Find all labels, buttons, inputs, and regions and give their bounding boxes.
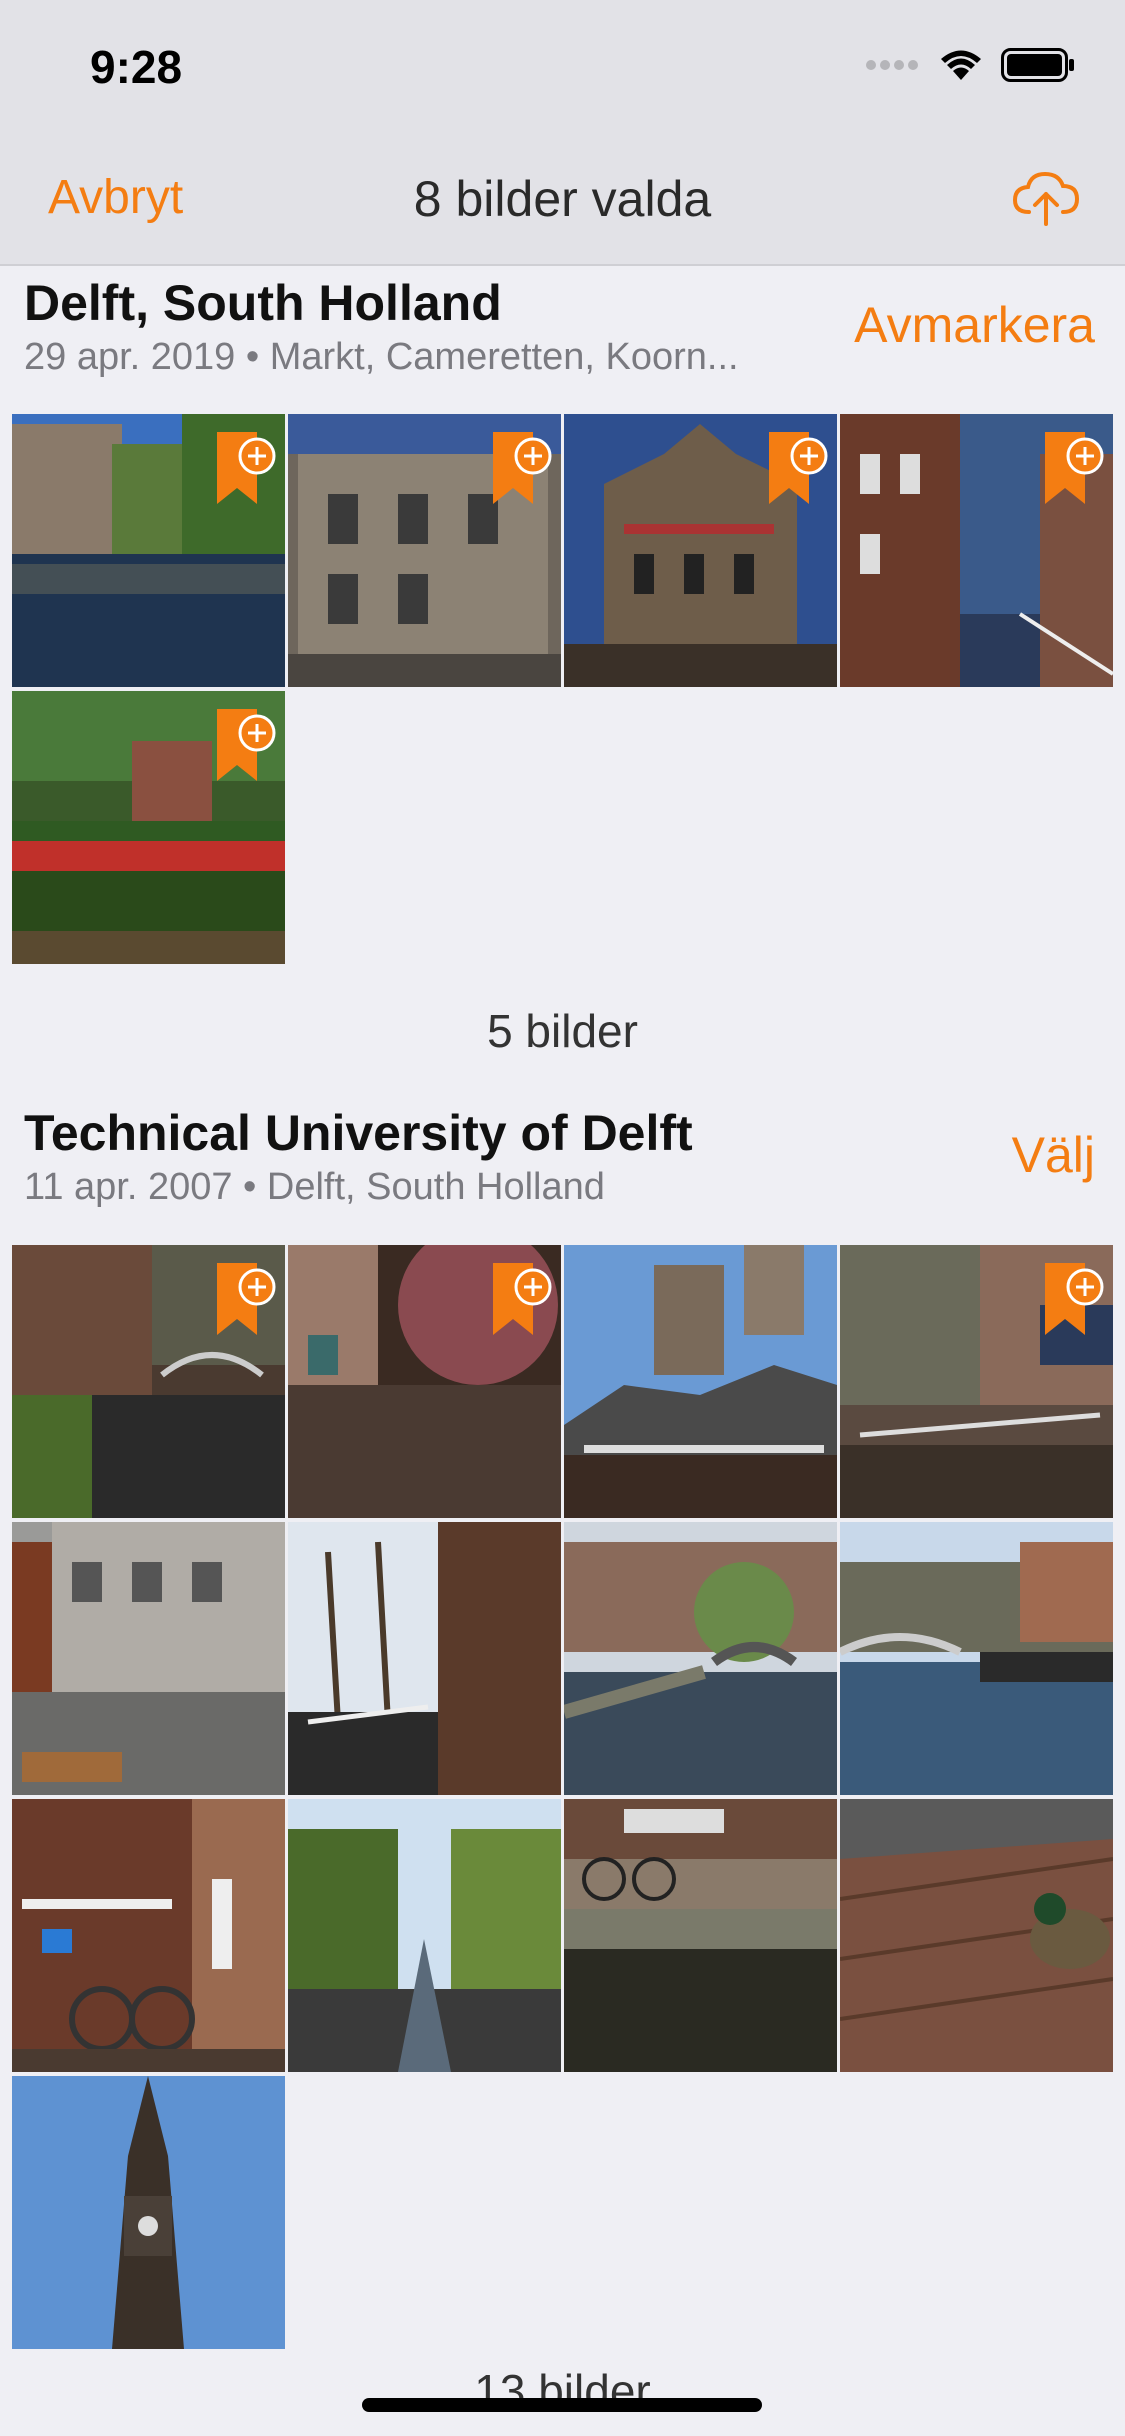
- section-photo-count: 5 bilder: [487, 1005, 638, 1057]
- wifi-icon: [939, 48, 983, 87]
- section-header-tu-delft: Technical University of Delft 11 apr. 20…: [0, 1100, 1125, 1230]
- cellular-signal-icon: [865, 58, 921, 77]
- section-title: Technical University of Delft: [24, 1105, 693, 1161]
- bookmark-selected-icon: [1043, 430, 1105, 511]
- photo-thumbnail: [288, 1522, 561, 1795]
- photo-thumbnail: [288, 1799, 561, 2072]
- photo-thumbnail: [12, 1799, 285, 2072]
- photo-thumbnail: [840, 1522, 1113, 1795]
- photo-thumbnail[interactable]: [12, 1245, 285, 1518]
- home-indicator[interactable]: [362, 2398, 762, 2412]
- photo-thumbnail[interactable]: [840, 1245, 1113, 1518]
- section-title: Delft, South Holland: [24, 275, 502, 331]
- battery-icon: [1001, 48, 1075, 87]
- deselect-button[interactable]: Avmarkera: [854, 296, 1095, 354]
- photo-thumbnail[interactable]: [564, 414, 837, 687]
- bookmark-selected-icon: [767, 430, 829, 511]
- navigation-bar: Avbryt 8 bilder valda: [0, 140, 1125, 266]
- select-button[interactable]: Välj: [1012, 1126, 1095, 1184]
- photo-thumbnail[interactable]: [288, 414, 561, 687]
- status-time: 9:28: [90, 41, 183, 93]
- photo-thumbnail: [12, 1522, 285, 1795]
- bookmark-selected-icon: [215, 1261, 277, 1342]
- status-bar: 9:28: [0, 0, 1125, 140]
- cloud-upload-icon[interactable]: [1011, 168, 1081, 233]
- photo-grid: [12, 414, 1113, 964]
- photo-thumbnail: [564, 1245, 837, 1518]
- photo-thumbnail[interactable]: [840, 414, 1113, 687]
- photo-thumbnail: [564, 1799, 837, 2072]
- bookmark-selected-icon: [491, 430, 553, 511]
- photo-thumbnail[interactable]: [12, 691, 285, 964]
- bookmark-selected-icon: [215, 707, 277, 788]
- photo-thumbnail: [12, 2076, 285, 2349]
- photo-thumbnail[interactable]: [288, 1245, 561, 1518]
- section-subtitle: 29 apr. 2019 • Markt, Cameretten, Koorn.…: [24, 336, 739, 378]
- bookmark-selected-icon: [1043, 1261, 1105, 1342]
- photo-thumbnail: [840, 1799, 1113, 2072]
- nav-title: 8 bilder valda: [413, 171, 712, 227]
- photo-thumbnail[interactable]: [12, 414, 285, 687]
- bookmark-selected-icon: [491, 1261, 553, 1342]
- photo-grid: [12, 1245, 1113, 2349]
- bookmark-selected-icon: [215, 430, 277, 511]
- section-subtitle: 11 apr. 2007 • Delft, South Holland: [24, 1166, 605, 1208]
- photo-thumbnail: [564, 1522, 837, 1795]
- status-icons: [865, 48, 1075, 87]
- section-header-delft: Delft, South Holland 29 apr. 2019 • Mark…: [0, 270, 1125, 400]
